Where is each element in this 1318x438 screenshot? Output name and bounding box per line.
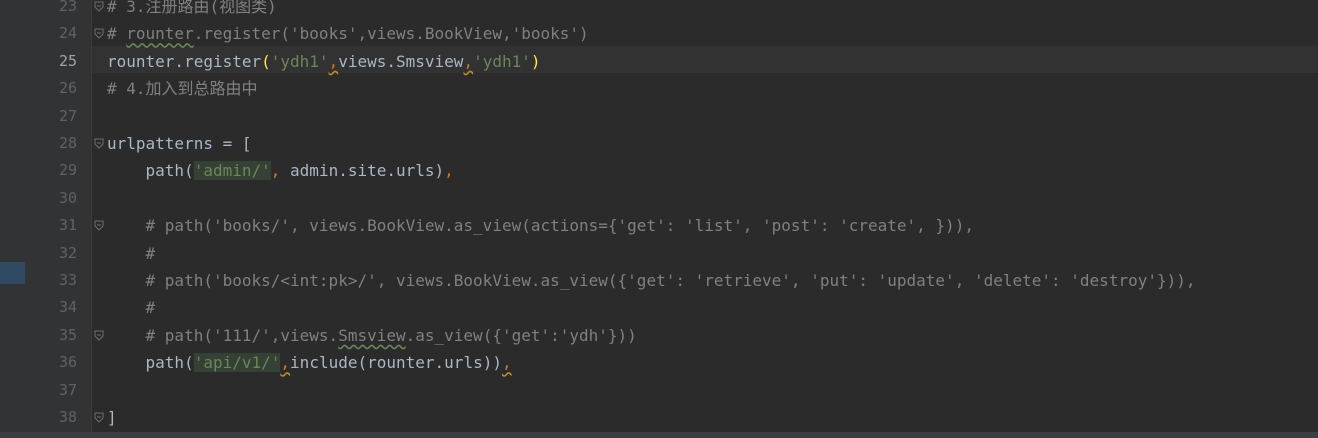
code-line[interactable]: path('admin/', admin.site.urls), <box>107 157 454 184</box>
line-number: 34 <box>58 298 77 317</box>
fold-marker-icon[interactable] <box>94 28 104 40</box>
line-number: 25 <box>58 51 77 70</box>
code-line[interactable]: ] <box>107 404 117 431</box>
code-line[interactable]: # 4.加入到总路由中 <box>107 75 258 102</box>
line-number: 35 <box>58 325 77 344</box>
line-number: 29 <box>58 161 77 180</box>
code-line[interactable]: # 3.注册路由(视图类) <box>107 0 277 20</box>
line-number: 27 <box>58 106 77 125</box>
code-line[interactable]: # path('111/',views.Smsview.as_view({'ge… <box>107 322 637 349</box>
code-line[interactable]: urlpatterns = [ <box>107 130 252 157</box>
code-line[interactable]: # path('books/', views.BookView.as_view(… <box>107 212 974 239</box>
code-line[interactable]: # path('books/<int:pk>/', views.BookView… <box>107 267 1196 294</box>
line-number: 33 <box>58 271 77 289</box>
line-number-gutter: 23 24 25 26 27 28 29 30 31 32 33 34 35 36 37 38 <box>25 0 92 438</box>
line-number: 23 <box>58 0 77 15</box>
horizontal-scrollbar[interactable] <box>0 432 1318 438</box>
fold-marker-icon[interactable] <box>94 412 104 423</box>
line-number: 37 <box>58 380 77 399</box>
line-number: 26 <box>58 79 77 98</box>
tool-window-marker[interactable] <box>0 262 25 284</box>
code-line[interactable]: # rounter.register('books',views.BookVie… <box>107 20 589 47</box>
fold-marker-icon[interactable] <box>94 138 104 149</box>
line-number: 38 <box>58 408 77 426</box>
fold-marker-icon[interactable] <box>94 330 104 341</box>
fold-marker-icon[interactable] <box>94 220 104 231</box>
fold-marker-icon[interactable] <box>94 1 104 12</box>
line-number: 24 <box>58 24 77 43</box>
code-line[interactable]: rounter.register('ydh1',views.Smsview,'y… <box>107 48 541 75</box>
code-line[interactable]: # <box>107 294 156 321</box>
line-number: 30 <box>58 188 77 207</box>
line-number: 36 <box>58 353 77 372</box>
code-line[interactable]: # <box>107 240 156 267</box>
code-line[interactable]: path('api/v1/',include(rounter.urls)), <box>107 349 512 376</box>
tool-window-strip <box>0 0 25 438</box>
line-number: 31 <box>58 216 77 235</box>
line-number: 28 <box>58 134 77 152</box>
line-number: 32 <box>58 243 77 262</box>
